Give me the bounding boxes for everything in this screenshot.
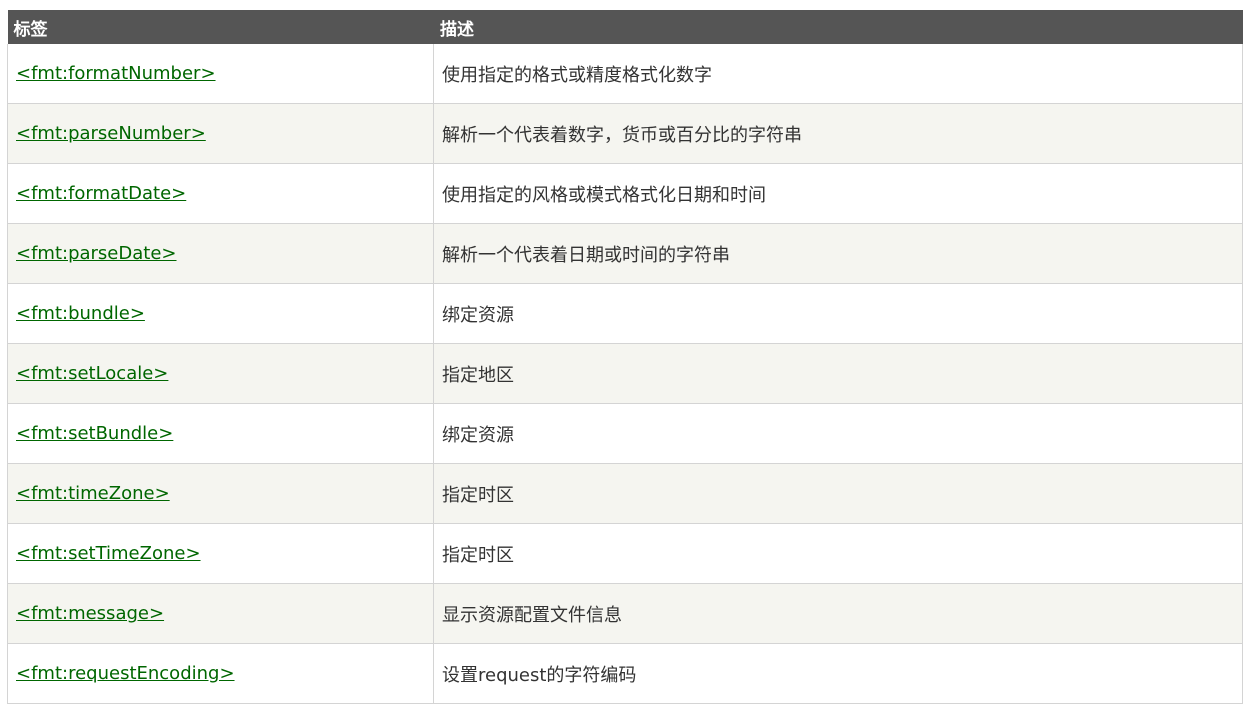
tag-cell: <fmt:message> [7, 583, 434, 644]
tag-link[interactable]: <fmt:setTimeZone> [16, 543, 201, 564]
tag-cell: <fmt:parseNumber> [7, 103, 434, 164]
table-row: <fmt:parseDate> 解析一个代表着日期或时间的字符串 [7, 223, 1243, 284]
description-cell: 指定地区 [433, 343, 1243, 404]
table-header: 标签 描述 [7, 10, 1243, 44]
tag-cell: <fmt:parseDate> [7, 223, 434, 284]
description-cell: 解析一个代表着数字，货币或百分比的字符串 [433, 103, 1243, 164]
table-row: <fmt:timeZone> 指定时区 [7, 463, 1243, 524]
table-row: <fmt:bundle> 绑定资源 [7, 283, 1243, 344]
description-cell: 解析一个代表着日期或时间的字符串 [433, 223, 1243, 284]
description-cell: 使用指定的风格或模式格式化日期和时间 [433, 163, 1243, 224]
tag-link[interactable]: <fmt:parseNumber> [16, 123, 206, 144]
tag-link[interactable]: <fmt:setBundle> [16, 423, 173, 444]
tag-cell: <fmt:requestEncoding> [7, 643, 434, 704]
tag-link[interactable]: <fmt:formatDate> [16, 183, 186, 204]
table-row: <fmt:setBundle> 绑定资源 [7, 403, 1243, 464]
table-row: <fmt:setLocale> 指定地区 [7, 343, 1243, 404]
description-cell: 设置request的字符编码 [433, 643, 1243, 704]
description-cell: 指定时区 [433, 463, 1243, 524]
tag-cell: <fmt:formatNumber> [7, 44, 434, 104]
table-row: <fmt:formatNumber> 使用指定的格式或精度格式化数字 [7, 44, 1243, 104]
table-row: <fmt:setTimeZone> 指定时区 [7, 523, 1243, 584]
tag-cell: <fmt:formatDate> [7, 163, 434, 224]
description-cell: 使用指定的格式或精度格式化数字 [433, 44, 1243, 104]
tag-link[interactable]: <fmt:message> [16, 603, 164, 624]
fmt-tags-table-container: 标签 描述 <fmt:formatNumber> 使用指定的格式或精度格式化数字 <… [7, 10, 1243, 704]
tag-cell: <fmt:setLocale> [7, 343, 434, 404]
fmt-tags-table: 标签 描述 <fmt:formatNumber> 使用指定的格式或精度格式化数字 <… [7, 10, 1243, 704]
tag-link[interactable]: <fmt:parseDate> [16, 243, 177, 264]
tag-link[interactable]: <fmt:bundle> [16, 303, 145, 324]
description-cell: 指定时区 [433, 523, 1243, 584]
tag-link[interactable]: <fmt:requestEncoding> [16, 663, 235, 684]
table-row: <fmt:requestEncoding> 设置request的字符编码 [7, 643, 1243, 704]
table-row: <fmt:message> 显示资源配置文件信息 [7, 583, 1243, 644]
tag-link[interactable]: <fmt:setLocale> [16, 363, 168, 384]
header-description: 描述 [433, 10, 1243, 44]
tag-link[interactable]: <fmt:formatNumber> [16, 63, 216, 84]
header-tag: 标签 [7, 10, 434, 44]
table-row: <fmt:formatDate> 使用指定的风格或模式格式化日期和时间 [7, 163, 1243, 224]
table-row: <fmt:parseNumber> 解析一个代表着数字，货币或百分比的字符串 [7, 103, 1243, 164]
tag-cell: <fmt:setTimeZone> [7, 523, 434, 584]
tag-cell: <fmt:bundle> [7, 283, 434, 344]
tag-cell: <fmt:timeZone> [7, 463, 434, 524]
description-cell: 显示资源配置文件信息 [433, 583, 1243, 644]
description-cell: 绑定资源 [433, 403, 1243, 464]
tag-link[interactable]: <fmt:timeZone> [16, 483, 170, 504]
tag-cell: <fmt:setBundle> [7, 403, 434, 464]
header-row: 标签 描述 [7, 10, 1243, 44]
description-cell: 绑定资源 [433, 283, 1243, 344]
table-body: <fmt:formatNumber> 使用指定的格式或精度格式化数字 <fmt:pa… [7, 44, 1243, 704]
